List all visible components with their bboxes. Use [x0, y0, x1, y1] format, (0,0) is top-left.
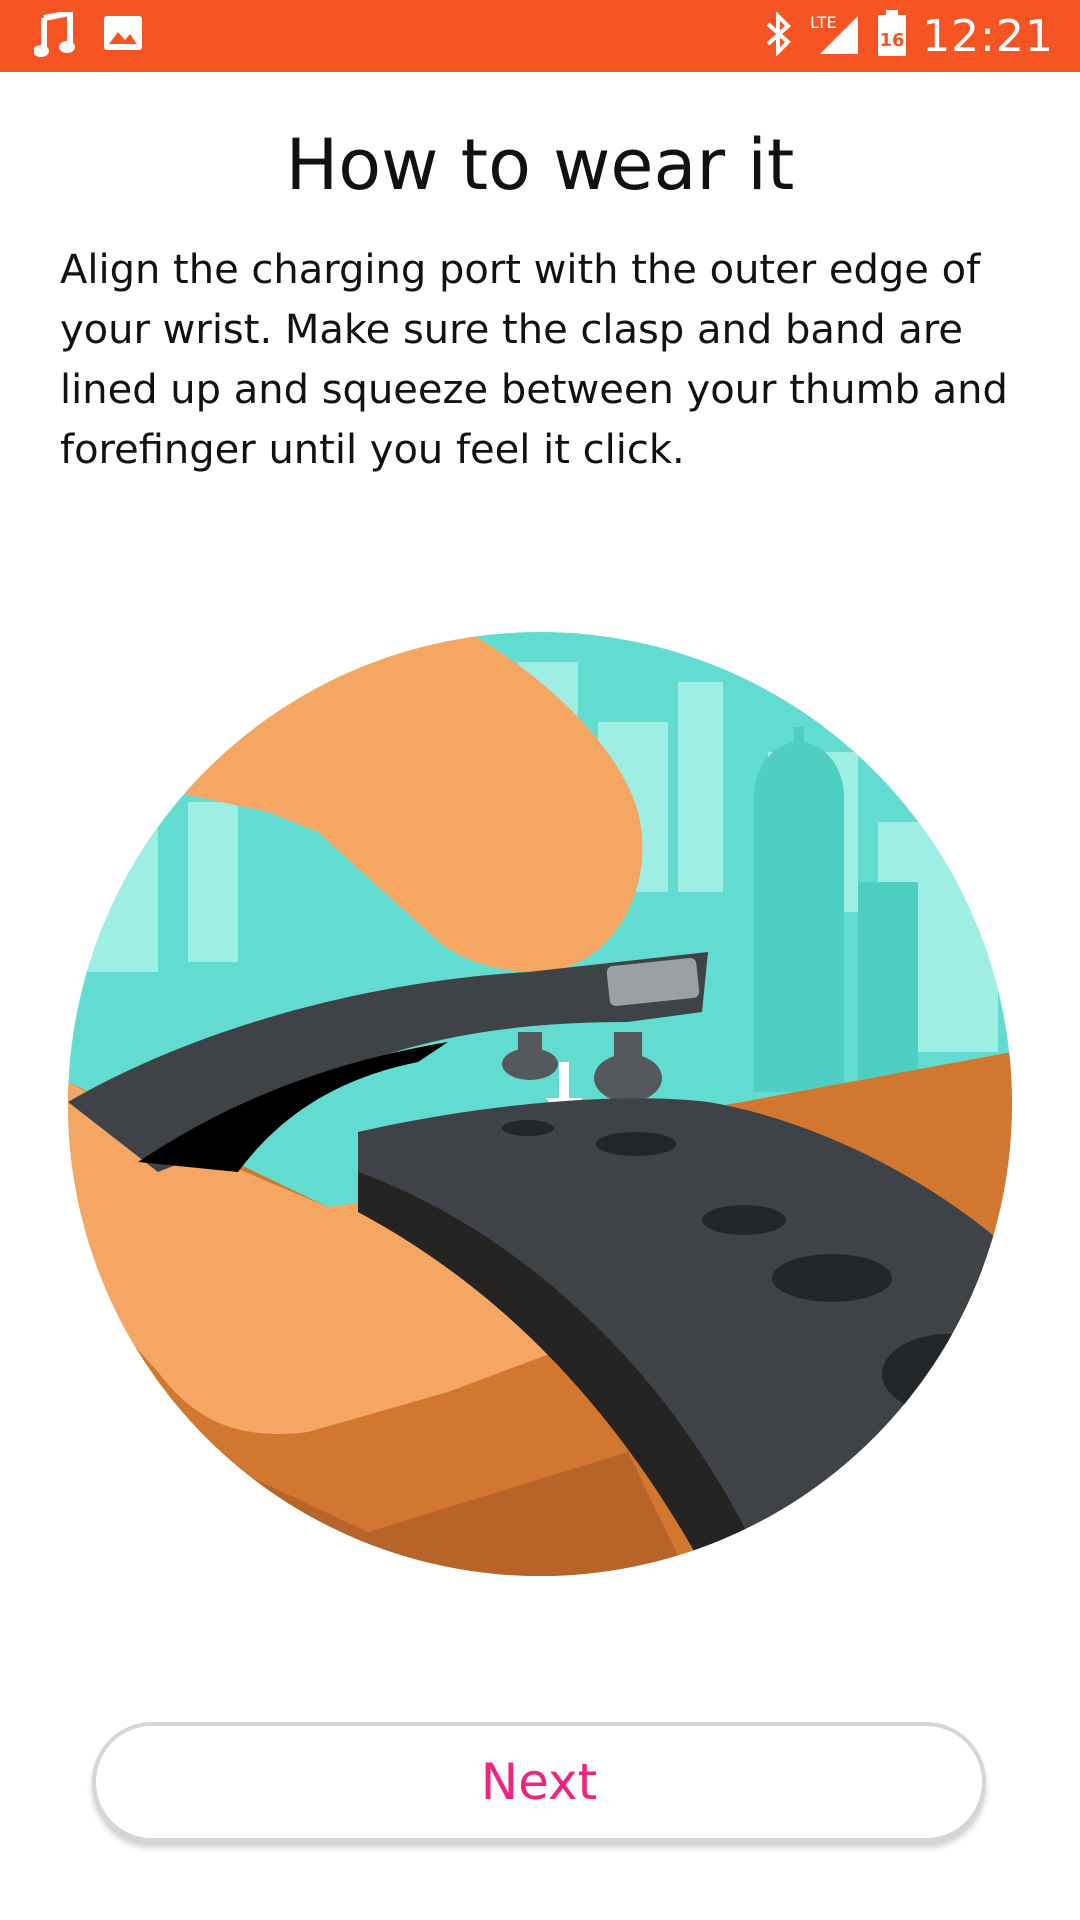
clock: 12:21: [922, 10, 1054, 62]
next-button[interactable]: Next: [92, 1722, 986, 1842]
svg-text:LTE: LTE: [810, 13, 837, 32]
music-note-icon: [33, 9, 76, 62]
page-title: How to wear it: [285, 124, 795, 206]
svg-text:16: 16: [880, 30, 905, 51]
status-bar: LTE 16 12:21: [0, 0, 1080, 72]
instruction-text: Align the charging port with the outer e…: [60, 247, 1008, 473]
battery-icon: 16: [876, 10, 908, 62]
lte-signal-icon: LTE: [808, 12, 862, 60]
band-clasp-illustration: [68, 632, 1012, 1576]
bluetooth-icon: [764, 11, 794, 60]
image-icon: [102, 12, 144, 62]
